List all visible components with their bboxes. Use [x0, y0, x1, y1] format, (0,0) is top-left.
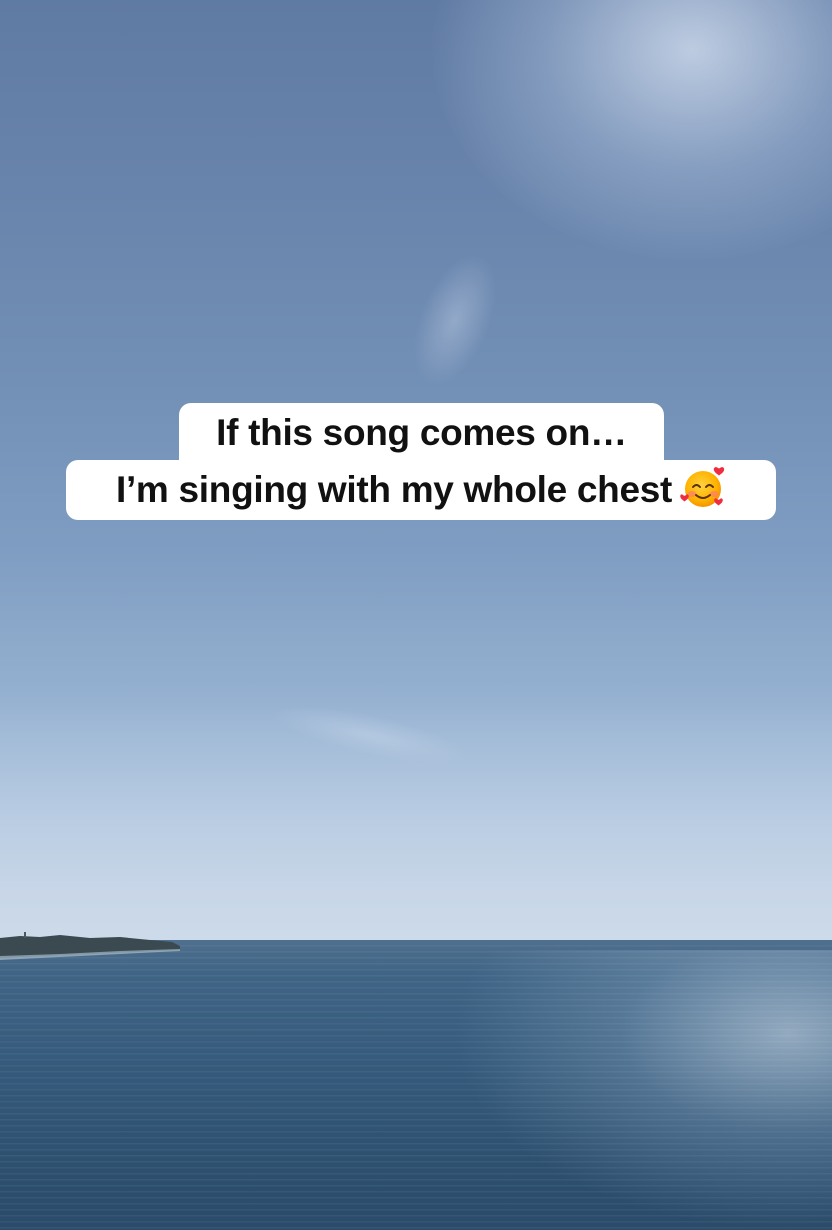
caption-overlay: If this song comes on… I’m singing with … [0, 403, 832, 525]
sea-ripples [0, 945, 832, 1230]
caption-line-2-text: I’m singing with my whole chest [115, 469, 673, 510]
distant-coastline [0, 932, 180, 960]
horizon-haze [0, 700, 832, 950]
smiling-face-with-hearts-icon [680, 467, 725, 507]
caption-line-2: I’m singing with my whole chest [66, 460, 776, 520]
caption-line-1: If this song comes on… [179, 403, 664, 463]
caption-line-1-text: If this song comes on… [216, 412, 627, 453]
photo-background: If this song comes on… I’m singing with … [0, 0, 832, 1230]
